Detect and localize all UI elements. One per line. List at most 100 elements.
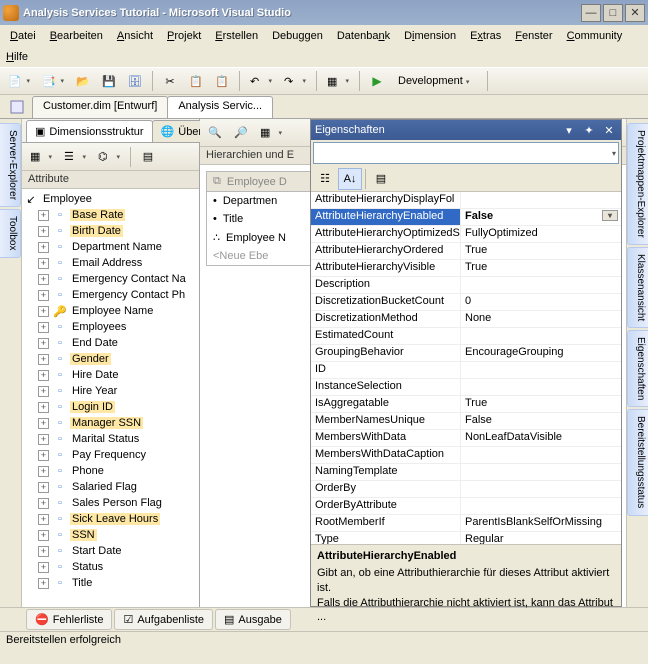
expand-icon[interactable]: +: [38, 530, 49, 541]
menu-hilfe[interactable]: Hilfe: [6, 51, 28, 63]
tree-item[interactable]: +▫Phone: [22, 463, 199, 479]
expand-icon[interactable]: +: [38, 562, 49, 573]
property-value[interactable]: [461, 464, 621, 480]
property-value[interactable]: EncourageGrouping: [461, 345, 621, 361]
navigate-button[interactable]: ▦: [323, 70, 353, 92]
expand-icon[interactable]: +: [38, 450, 49, 461]
deployment-status-tab[interactable]: Bereitstellungsstatus: [627, 409, 648, 515]
property-row[interactable]: AttributeHierarchyDisplayFol: [311, 192, 621, 209]
property-row[interactable]: GroupingBehaviorEncourageGrouping: [311, 345, 621, 362]
tree-item[interactable]: +▫Start Date: [22, 543, 199, 559]
property-row[interactable]: AttributeHierarchyVisibleTrue: [311, 260, 621, 277]
close-button[interactable]: ✕: [625, 4, 645, 22]
menu-projekt[interactable]: Projekt: [161, 28, 207, 44]
property-value[interactable]: False: [461, 413, 621, 429]
expand-icon[interactable]: +: [38, 258, 49, 269]
tree-item[interactable]: +▫Pay Frequency: [22, 447, 199, 463]
add-item-button[interactable]: 📑: [38, 70, 68, 92]
expand-icon[interactable]: +: [38, 466, 49, 477]
expand-icon[interactable]: +: [38, 290, 49, 301]
tree-item[interactable]: +▫Employees: [22, 319, 199, 335]
tree-item[interactable]: +▫Marital Status: [22, 431, 199, 447]
property-row[interactable]: RootMemberIfParentIsBlankSelfOrMissing: [311, 515, 621, 532]
doc-tab-analysis[interactable]: Analysis Servic...: [167, 96, 273, 118]
property-value[interactable]: FullyOptimized: [461, 226, 621, 242]
pin-icon[interactable]: ✦: [581, 123, 597, 137]
output-tab[interactable]: ▤Ausgabe: [215, 609, 291, 630]
menu-extras[interactable]: Extras: [464, 28, 507, 44]
menu-ansicht[interactable]: Ansicht: [111, 28, 159, 44]
menu-datei[interactable]: Datei: [4, 28, 42, 44]
property-row[interactable]: OrderByAttribute: [311, 498, 621, 515]
property-value[interactable]: None: [461, 311, 621, 327]
maximize-button[interactable]: □: [603, 4, 623, 22]
property-row[interactable]: AttributeHierarchyOrderedTrue: [311, 243, 621, 260]
property-row[interactable]: OrderBy: [311, 481, 621, 498]
tree-item[interactable]: +▫Hire Year: [22, 383, 199, 399]
tree-item[interactable]: +▫Emergency Contact Na: [22, 271, 199, 287]
tree-item[interactable]: +▫Title: [22, 575, 199, 591]
tree-item[interactable]: +▫SSN: [22, 527, 199, 543]
undo-button[interactable]: ↶: [246, 70, 276, 92]
dropdown-icon[interactable]: ▾: [561, 123, 577, 137]
tree-item[interactable]: +▫Email Address: [22, 255, 199, 271]
expand-icon[interactable]: +: [38, 338, 49, 349]
property-row[interactable]: NamingTemplate: [311, 464, 621, 481]
property-row[interactable]: MembersWithDataCaption: [311, 447, 621, 464]
add-attribute-button[interactable]: ▦: [26, 146, 56, 168]
configuration-dropdown[interactable]: Development ▾: [392, 75, 481, 87]
menu-datenbank[interactable]: Datenbank: [331, 28, 396, 44]
property-value[interactable]: True: [461, 260, 621, 276]
property-value[interactable]: NonLeafDataVisible: [461, 430, 621, 446]
attributes-tree[interactable]: ↙ Employee +▫Base Rate+▫Birth Date+▫Depa…: [22, 189, 199, 607]
properties-tab[interactable]: Eigenschaften: [627, 330, 648, 407]
copy-button[interactable]: 📋: [185, 70, 207, 92]
property-row[interactable]: AttributeHierarchyEnabledFalse: [311, 209, 621, 226]
doc-tab-customer[interactable]: Customer.dim [Entwurf]: [32, 96, 168, 118]
property-row[interactable]: InstanceSelection: [311, 379, 621, 396]
tree-item[interactable]: +▫Department Name: [22, 239, 199, 255]
menu-fenster[interactable]: Fenster: [509, 28, 558, 44]
start-debug-button[interactable]: ▶: [366, 70, 388, 92]
expand-icon[interactable]: +: [38, 514, 49, 525]
property-value[interactable]: [461, 277, 621, 293]
expand-icon[interactable]: +: [38, 434, 49, 445]
save-button[interactable]: 💾: [98, 70, 120, 92]
tree-item[interactable]: +▫Salaried Flag: [22, 479, 199, 495]
show-table-button[interactable]: ▤: [137, 146, 159, 168]
tree-root-employee[interactable]: ↙ Employee: [22, 191, 199, 207]
property-value[interactable]: True: [461, 396, 621, 412]
server-explorer-tab[interactable]: Server-Explorer: [0, 123, 21, 207]
property-pages-button[interactable]: ▤: [369, 168, 393, 190]
menu-bearbeiten[interactable]: Bearbeiten: [44, 28, 109, 44]
tree-item[interactable]: +▫Base Rate: [22, 207, 199, 223]
tree-item[interactable]: +▫Status: [22, 559, 199, 575]
property-row[interactable]: EstimatedCount: [311, 328, 621, 345]
property-value[interactable]: [461, 192, 621, 208]
zoom-button[interactable]: 🔍: [204, 122, 226, 144]
tree-item[interactable]: +▫Hire Date: [22, 367, 199, 383]
open-button[interactable]: 📂: [72, 70, 94, 92]
task-list-tab[interactable]: ☑Aufgabenliste: [114, 609, 213, 630]
nav-doc-icon[interactable]: [10, 100, 24, 114]
new-project-button[interactable]: 📄: [4, 70, 34, 92]
tree-item[interactable]: +▫Birth Date: [22, 223, 199, 239]
expand-icon[interactable]: +: [38, 354, 49, 365]
property-value[interactable]: [461, 362, 621, 378]
property-value[interactable]: 0: [461, 294, 621, 310]
tree-item[interactable]: +▫Emergency Contact Ph: [22, 287, 199, 303]
expand-icon[interactable]: +: [38, 418, 49, 429]
toolbox-tab[interactable]: Toolbox: [0, 209, 21, 257]
menu-debuggen[interactable]: Debuggen: [266, 28, 329, 44]
tree-item[interactable]: +▫Login ID: [22, 399, 199, 415]
property-row[interactable]: MemberNamesUniqueFalse: [311, 413, 621, 430]
cut-button[interactable]: ✂: [159, 70, 181, 92]
expand-icon[interactable]: +: [38, 242, 49, 253]
property-value[interactable]: [461, 498, 621, 514]
expand-icon[interactable]: +: [38, 498, 49, 509]
property-row[interactable]: Description: [311, 277, 621, 294]
property-value[interactable]: [461, 379, 621, 395]
property-value[interactable]: Regular: [461, 532, 621, 544]
property-row[interactable]: DiscretizationBucketCount0: [311, 294, 621, 311]
properties-object-combo[interactable]: ▾: [313, 142, 619, 164]
